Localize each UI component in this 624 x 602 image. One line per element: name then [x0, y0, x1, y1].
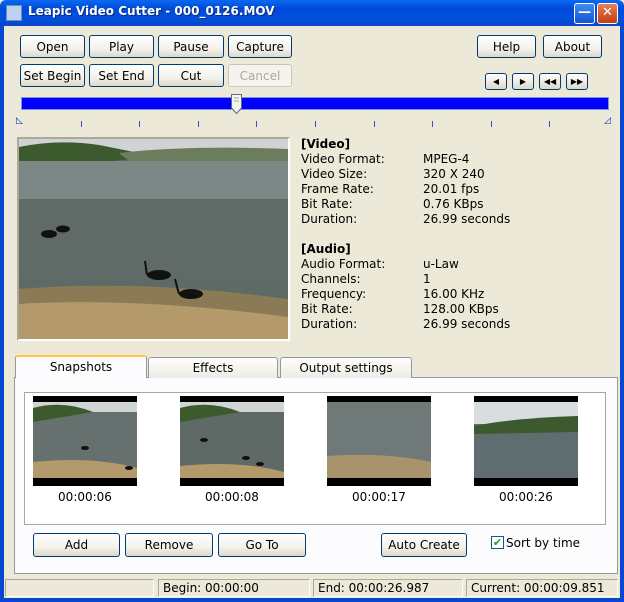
window-frame-bottom — [0, 598, 624, 602]
channels-value: 1 — [423, 272, 431, 286]
capture-button[interactable]: Capture — [228, 35, 292, 58]
tab-snapshots[interactable]: Snapshots — [15, 355, 147, 378]
timeline-tick — [373, 121, 375, 127]
go-to-snapshot-button[interactable]: Go To — [218, 533, 306, 557]
minimize-button[interactable]: — — [574, 3, 595, 24]
audio-format-value: u-Law — [423, 257, 459, 271]
window-title: Leapic Video Cutter - 000_0126.MOV — [28, 4, 275, 18]
snapshot-time-1: 00:00:06 — [58, 490, 112, 504]
timeline-track[interactable] — [21, 97, 609, 110]
next-frame-button[interactable]: ▶ — [512, 73, 534, 90]
open-button[interactable]: Open — [20, 35, 85, 58]
timeline-tick — [256, 121, 258, 127]
status-current: Current: 00:00:09.851 — [466, 579, 618, 597]
snapshot-thumbnail-1[interactable] — [33, 396, 137, 486]
window-frame-left — [0, 26, 4, 602]
cancel-button[interactable]: Cancel — [228, 64, 292, 87]
add-snapshot-button[interactable]: Add — [33, 533, 120, 557]
timeline-tick — [139, 121, 141, 127]
video-preview — [17, 137, 290, 341]
snapshot-time-2: 00:00:08 — [205, 490, 259, 504]
status-progress — [5, 579, 154, 597]
snapshot-time-4: 00:00:26 — [499, 490, 553, 504]
close-button[interactable]: ✕ — [597, 3, 618, 24]
audio-bit-rate-value: 128.00 KBps — [423, 302, 499, 316]
channels-label: Channels: — [301, 272, 361, 286]
video-duration-value: 26.99 seconds — [423, 212, 511, 226]
tab-output-settings[interactable]: Output settings — [280, 357, 412, 378]
status-end: End: 00:00:26.987 — [313, 579, 463, 597]
video-format-value: MPEG-4 — [423, 152, 470, 166]
timeline-end-marker: ◿ — [604, 116, 611, 126]
frequency-value: 16.00 KHz — [423, 287, 485, 301]
snapshot-thumbnail-4[interactable] — [474, 396, 578, 486]
video-size-label: Video Size: — [301, 167, 368, 181]
rewind-button[interactable]: ◀◀ — [539, 73, 561, 90]
sort-by-time-checkbox[interactable]: ✔ — [491, 536, 504, 549]
video-format-label: Video Format: — [301, 152, 385, 166]
cut-button[interactable]: Cut — [158, 64, 224, 87]
video-info-heading: [Video] — [301, 137, 351, 151]
snapshot-thumbnail-2[interactable] — [180, 396, 284, 486]
timeline-thumb[interactable] — [230, 94, 242, 114]
audio-info-heading: [Audio] — [301, 242, 351, 256]
audio-duration-label: Duration: — [301, 317, 358, 331]
timeline-tick — [549, 121, 551, 127]
help-button[interactable]: Help — [477, 35, 536, 58]
sort-by-time-label[interactable]: Sort by time — [506, 536, 580, 550]
timeline-start-marker: ◺ — [16, 116, 23, 126]
about-button[interactable]: About — [543, 35, 602, 58]
video-duration-label: Duration: — [301, 212, 358, 226]
prev-frame-button[interactable]: ◀ — [485, 73, 507, 90]
video-size-value: 320 X 240 — [423, 167, 485, 181]
timeline-tick — [197, 121, 199, 127]
audio-format-label: Audio Format: — [301, 257, 386, 271]
timeline-tick — [432, 121, 434, 127]
fast-forward-button[interactable]: ▶▶ — [566, 73, 588, 90]
frame-rate-value: 20.01 fps — [423, 182, 480, 196]
audio-bit-rate-label: Bit Rate: — [301, 302, 353, 316]
auto-create-button[interactable]: Auto Create — [381, 533, 467, 557]
frame-rate-label: Frame Rate: — [301, 182, 374, 196]
window-frame-right — [620, 26, 624, 602]
timeline-tick — [490, 121, 492, 127]
play-button[interactable]: Play — [89, 35, 154, 58]
frequency-label: Frequency: — [301, 287, 367, 301]
set-end-button[interactable]: Set End — [89, 64, 154, 87]
set-begin-button[interactable]: Set Begin — [20, 64, 85, 87]
video-frame-image — [19, 139, 288, 339]
video-bit-rate-label: Bit Rate: — [301, 197, 353, 211]
audio-duration-value: 26.99 seconds — [423, 317, 511, 331]
snapshot-time-3: 00:00:17 — [352, 490, 406, 504]
remove-snapshot-button[interactable]: Remove — [125, 533, 213, 557]
tab-effects[interactable]: Effects — [148, 357, 278, 378]
snapshot-thumbnail-3[interactable] — [327, 396, 431, 486]
timeline-tick — [315, 121, 316, 127]
timeline-tick — [80, 121, 82, 127]
video-bit-rate-value: 0.76 KBps — [423, 197, 484, 211]
pause-button[interactable]: Pause — [158, 35, 224, 58]
status-begin: Begin: 00:00:00 — [158, 579, 310, 597]
app-icon — [6, 5, 22, 21]
